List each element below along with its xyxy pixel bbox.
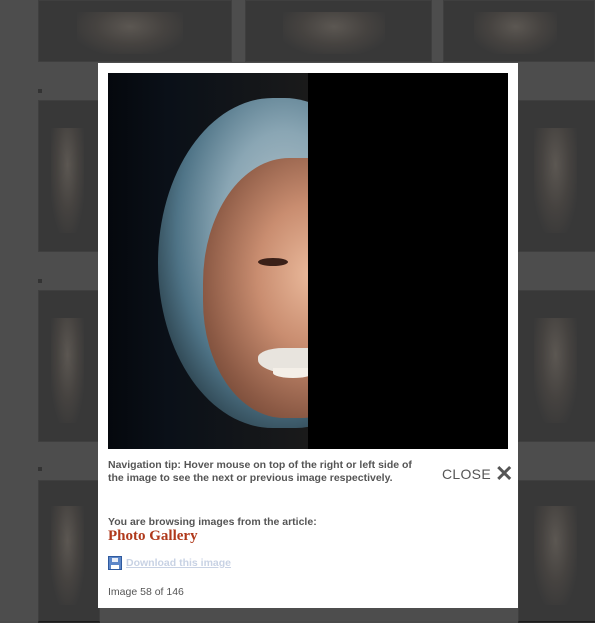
close-icon[interactable]: ✕ xyxy=(495,463,514,485)
photo-portrait xyxy=(108,73,308,449)
photo-eye xyxy=(258,258,288,266)
article-link[interactable]: Photo Gallery xyxy=(108,528,198,545)
close-label: CLOSE xyxy=(442,466,491,482)
download-label[interactable]: Download this image xyxy=(126,557,231,569)
lightbox-photo[interactable] xyxy=(108,73,508,449)
image-lightbox: Navigation tip: Hover mouse on top of th… xyxy=(98,63,518,608)
browsing-label: You are browsing images from the article… xyxy=(108,516,317,528)
navigation-tip: Navigation tip: Hover mouse on top of th… xyxy=(108,459,412,484)
floppy-disk-icon xyxy=(108,556,122,570)
download-link[interactable]: Download this image xyxy=(108,556,231,570)
close-button[interactable]: CLOSE ✕ xyxy=(442,463,514,485)
image-counter: Image 58 of 146 xyxy=(108,586,184,598)
photo-mouth xyxy=(273,368,308,378)
